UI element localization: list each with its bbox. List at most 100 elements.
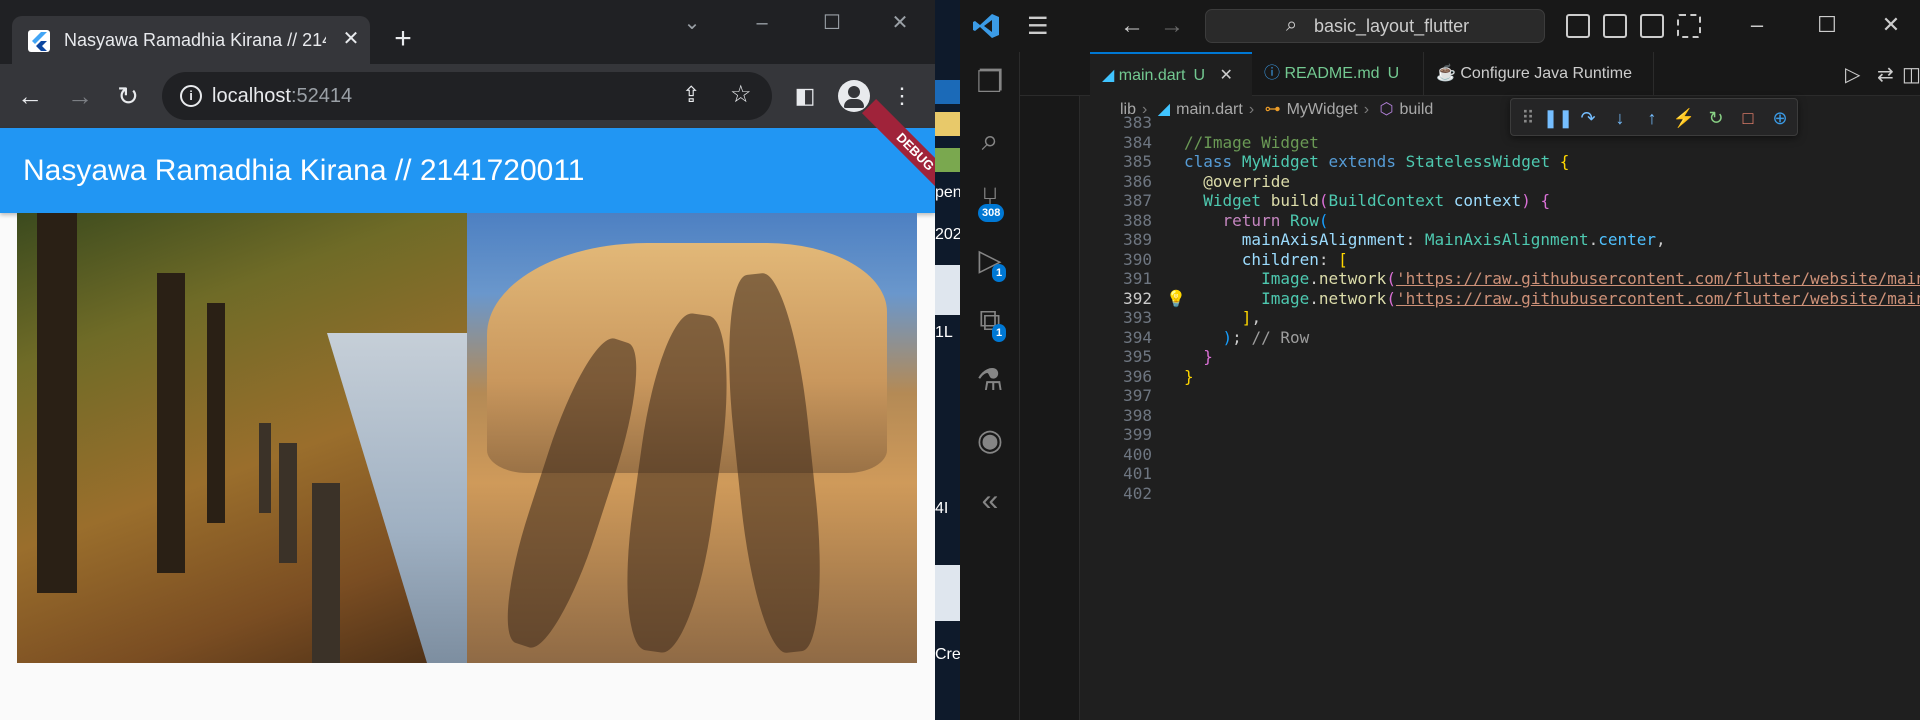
hot-reload-icon[interactable]: ⚡ [1671,105,1697,131]
step-into-icon[interactable]: ↓ [1607,105,1633,131]
hamburger-menu-icon[interactable]: ☰ [1027,12,1049,41]
desktop-icon[interactable] [935,565,960,621]
url-text: localhost:52414 [212,85,352,108]
app-title: Nasyawa Ramadhia Kirana // 2141720011 [23,154,585,187]
open-changes-icon[interactable]: ⇄ [1877,62,1894,87]
search-icon: ⌕ [1286,14,1298,36]
address-bar[interactable]: i localhost:52414 ⇪ ☆ [162,72,772,120]
nav-forward-icon[interactable]: → [1160,12,1184,40]
run-debug-badge: 1 [992,264,1007,282]
explorer-icon[interactable]: ❐ [960,58,1020,108]
flutter-icon[interactable]: « [960,476,1020,526]
info-icon: ⓘ [1264,65,1285,82]
search-text: basic_layout_flutter [1314,16,1470,36]
url-port: :52414 [290,85,353,107]
reload-icon[interactable]: ↻ [110,78,146,114]
code-line[interactable]: 402 [1080,482,1920,506]
tab-title: Nasyawa Ramadhia Kirana // 214 [64,30,326,50]
desktop-icon[interactable] [935,112,960,136]
profile-avatar-icon[interactable] [838,80,870,112]
site-info-icon[interactable]: i [180,85,202,107]
vscode-logo-icon [972,12,1000,40]
park-image [17,213,467,663]
desktop-icon[interactable] [935,148,960,172]
testing-flask-icon[interactable]: ⚗ [960,356,1020,406]
nav-back-icon[interactable]: ← [1120,12,1144,40]
close-window-icon[interactable]: ✕ [880,8,920,38]
desktop-strip: pen 202 1L 4I Cre [935,0,960,720]
maximize-icon[interactable]: ☐ [1812,12,1842,38]
editor-tabs: ◢ main.dart U ✕ ⓘ README.md U ☕ Configure … [1020,52,1920,96]
step-out-icon[interactable]: ↑ [1639,105,1665,131]
river-shape [327,333,467,663]
activity-bar: ❐ ⌕ ⑂ 308 ▷ 1 ⧉ 1 ⚗ ◉ « [960,52,1020,720]
devtools-icon[interactable]: ⊕ [1767,105,1793,131]
tab-search-icon[interactable]: ⌄ [672,8,712,38]
desert-shadows-image [467,213,917,663]
coffee-cup-icon: ☕ [1436,65,1461,82]
tab-main-dart[interactable]: ◢ main.dart U ✕ [1090,52,1252,96]
bookmark-star-icon[interactable]: ☆ [730,80,752,109]
close-window-icon[interactable]: ✕ [1876,12,1906,38]
tree-trunk [37,213,77,593]
tab-label: README.md [1284,65,1380,82]
debug-toolbar: ⠿ ❚❚ ↷ ↓ ↑ ⚡ ↻ □ ⊕ [1510,98,1798,136]
minimize-icon[interactable]: – [742,8,782,38]
new-tab-button[interactable]: + [388,24,418,54]
tree-trunk [157,273,185,573]
run-icon[interactable]: ▷ [1845,62,1860,87]
side-panel-icon[interactable]: ◧ [789,80,821,112]
run-debug-icon[interactable]: ▷ [960,236,1020,286]
desktop-label: 202 [935,226,960,243]
code-editor[interactable]: 383 384//Image Widget 385 class MyWidget ex… [1080,113,1920,720]
source-control-badge: 308 [978,204,1005,222]
desktop-label: pen [935,184,960,201]
flutter-app-bar: Nasyawa Ramadhia Kirana // 2141720011 [0,128,935,213]
tab-readme[interactable]: ⓘ README.md U [1252,52,1424,96]
desktop-icon[interactable] [935,80,960,104]
fence-post [279,443,297,563]
line-number: 402 [1123,483,1152,503]
fence-post [312,483,340,663]
toggle-primary-sidebar-icon[interactable] [1566,14,1590,38]
tab-configure-java[interactable]: ☕ Configure Java Runtime [1424,52,1654,96]
image-row [17,213,917,663]
url-host: localhost [212,85,291,107]
vscode-titlebar: ☰ ← → ⌕ basic_layout_flutter – ☐ ✕ [960,0,1920,52]
maximize-icon[interactable]: ☐ [812,8,852,38]
stop-icon[interactable]: □ [1735,105,1761,131]
tab-close-icon[interactable]: ✕ [1219,67,1232,84]
toggle-panel-icon[interactable] [1603,14,1627,38]
split-editor-icon[interactable]: ◫ [1902,62,1920,87]
extensions-icon[interactable]: ⧉ [960,296,1020,346]
customize-layout-icon[interactable] [1677,14,1701,38]
menu-kebab-icon[interactable]: ⋮ [886,80,918,112]
tab-label: Configure Java Runtime [1460,65,1633,82]
lightbulb-icon[interactable]: 💡 [1166,289,1186,308]
command-center-search[interactable]: ⌕ basic_layout_flutter [1205,9,1545,43]
step-over-icon[interactable]: ↷ [1575,105,1601,131]
github-icon[interactable]: ◉ [960,416,1020,466]
drag-handle-icon[interactable]: ⠿ [1515,105,1541,131]
extensions-badge: 1 [992,324,1007,342]
restart-icon[interactable]: ↻ [1703,105,1729,131]
forward-icon[interactable]: → [62,78,98,114]
browser-window: Nasyawa Ramadhia Kirana // 214 ✕ + ⌄ – ☐… [0,0,935,720]
toggle-secondary-sidebar-icon[interactable] [1640,14,1664,38]
desktop-icon[interactable] [935,265,960,315]
tab-status: U [1387,65,1400,82]
tab-label: main.dart [1118,67,1186,84]
empty-side-panel [1020,52,1080,720]
browser-toolbar: ← → ↻ i localhost:52414 ⇪ ☆ ◧ ⋮ [0,64,935,128]
flutter-favicon-icon [28,30,50,52]
tab-status: U [1193,67,1206,84]
tab-close-icon[interactable]: ✕ [338,26,364,52]
pause-icon[interactable]: ❚❚ [1543,105,1573,131]
back-icon[interactable]: ← [12,78,48,114]
desktop-label: 1L [935,324,953,341]
minimize-icon[interactable]: – [1742,12,1772,38]
share-icon[interactable]: ⇪ [682,82,700,108]
desktop-label: Cre [935,646,960,663]
browser-tab[interactable]: Nasyawa Ramadhia Kirana // 214 ✕ [12,16,370,64]
search-icon[interactable]: ⌕ [960,116,1020,166]
